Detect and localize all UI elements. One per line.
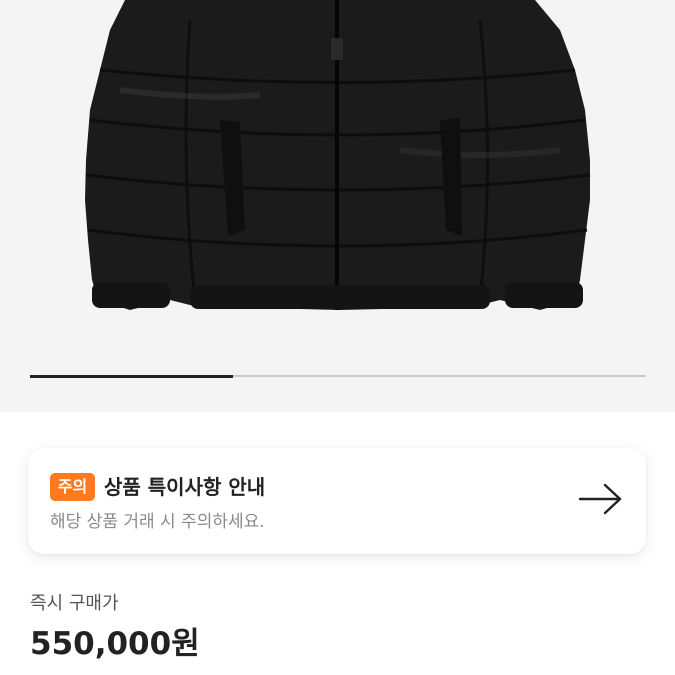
- product-image: [85, 0, 591, 310]
- product-image-area[interactable]: [0, 0, 675, 412]
- carousel-progress-fill: [30, 374, 234, 378]
- notice-title: 상품 특이사항 안내: [104, 475, 266, 499]
- arrow-right-icon[interactable]: [578, 482, 624, 516]
- price-value: 550,000원: [30, 626, 200, 662]
- carousel-progress-track: [30, 374, 646, 378]
- warning-badge: 주의: [50, 473, 95, 501]
- notice-card[interactable]: 주의 상품 특이사항 안내 해당 상품 거래 시 주의하세요.: [28, 448, 646, 554]
- price-label: 즉시 구매가: [30, 593, 119, 614]
- notice-subtitle: 해당 상품 거래 시 주의하세요.: [50, 512, 265, 532]
